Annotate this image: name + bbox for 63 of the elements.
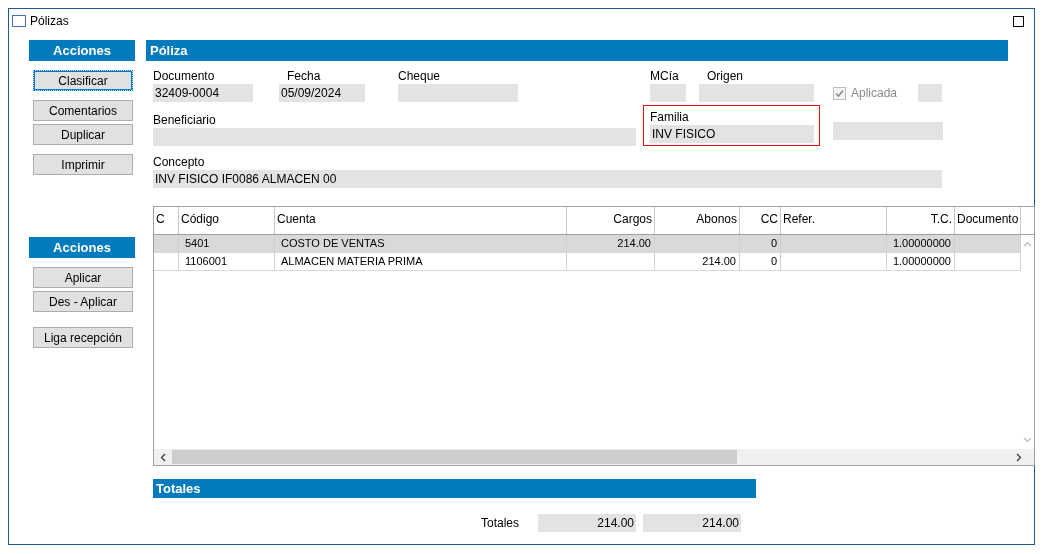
scroll-right-icon[interactable] [1016, 452, 1022, 462]
field-label: Cheque [398, 68, 442, 84]
table-cell: 0 [740, 253, 781, 270]
table-cell: COSTO DE VENTAS [275, 235, 567, 252]
window-title: Pólizas [30, 14, 70, 28]
field-label: MCía [650, 68, 680, 84]
maximize-button[interactable] [1013, 15, 1024, 27]
totals-label: Totales [481, 516, 520, 530]
action-button[interactable]: Duplicar [33, 124, 133, 145]
column-header[interactable]: Documento [955, 207, 1021, 234]
scroll-left-icon[interactable] [160, 452, 166, 462]
section-header: Póliza [146, 40, 1008, 61]
field-label: Beneficiario [153, 112, 217, 128]
column-header[interactable]: CC [740, 207, 781, 234]
column-header[interactable]: Abonos [655, 207, 740, 234]
section-header: Acciones [29, 40, 135, 61]
table-cell: 214.00 [655, 253, 740, 270]
column-header[interactable]: Cargos [567, 207, 655, 234]
action-button[interactable]: Clasificar [33, 70, 133, 91]
input-field[interactable]: 05/09/2024 [279, 84, 365, 102]
table-row[interactable]: 1106001 ALMACEN MATERIA PRIMA 214.00 0 1.00000000 [154, 253, 1021, 271]
column-header[interactable]: Refer. [781, 207, 887, 234]
action-button[interactable]: Des - Aplicar [33, 291, 133, 312]
table-cell: 1.00000000 [887, 253, 955, 270]
table-cell: 5401 [179, 235, 275, 252]
total-field: 214.00 [643, 514, 742, 532]
input-field[interactable] [650, 84, 686, 102]
section-header: Acciones [29, 237, 135, 258]
field-label: Familia [650, 109, 690, 125]
action-button[interactable]: Liga recepción [33, 327, 133, 348]
input-field[interactable]: INV FISICO [650, 125, 814, 143]
section-header: Totales [153, 479, 756, 498]
horizontal-scrollbar[interactable] [154, 449, 1034, 465]
input-field[interactable]: INV FISICO IF0086 ALMACEN 00 [153, 170, 942, 188]
column-header[interactable]: Cuenta [275, 207, 567, 234]
scroll-down-icon[interactable] [1023, 437, 1032, 443]
input-field[interactable] [699, 84, 814, 102]
input-field[interactable] [398, 84, 518, 102]
checkbox-label: Aplicada [851, 86, 898, 100]
table-cell: 1.00000000 [887, 235, 955, 252]
scroll-thumb[interactable] [172, 450, 737, 464]
scroll-up-icon[interactable] [1023, 241, 1032, 247]
table-row[interactable]: 5401 COSTO DE VENTAS 214.00 0 1.00000000 [154, 235, 1021, 253]
field-label: Documento [153, 68, 216, 84]
total-field: 214.00 [538, 514, 637, 532]
window-icon [12, 15, 26, 27]
table-cell: ALMACEN MATERIA PRIMA [275, 253, 567, 270]
field-label: Fecha [286, 68, 322, 84]
table-cell: 214.00 [567, 235, 655, 252]
input-field[interactable]: 32409-0004 [153, 84, 253, 102]
action-button[interactable]: Aplicar [33, 267, 133, 288]
input-field[interactable] [153, 128, 636, 146]
action-button[interactable]: Imprimir [33, 154, 133, 175]
column-header[interactable]: Código [179, 207, 275, 234]
action-button[interactable]: Comentarios [33, 100, 133, 121]
table-cell: 1106001 [179, 253, 275, 270]
field-label: Concepto [153, 154, 206, 170]
field-label: Origen [706, 68, 745, 84]
table-cell: 0 [740, 235, 781, 252]
input-field[interactable] [833, 122, 943, 140]
column-header[interactable]: T.C. [887, 207, 955, 234]
column-header[interactable]: C [154, 207, 179, 234]
input-field[interactable] [918, 84, 942, 102]
